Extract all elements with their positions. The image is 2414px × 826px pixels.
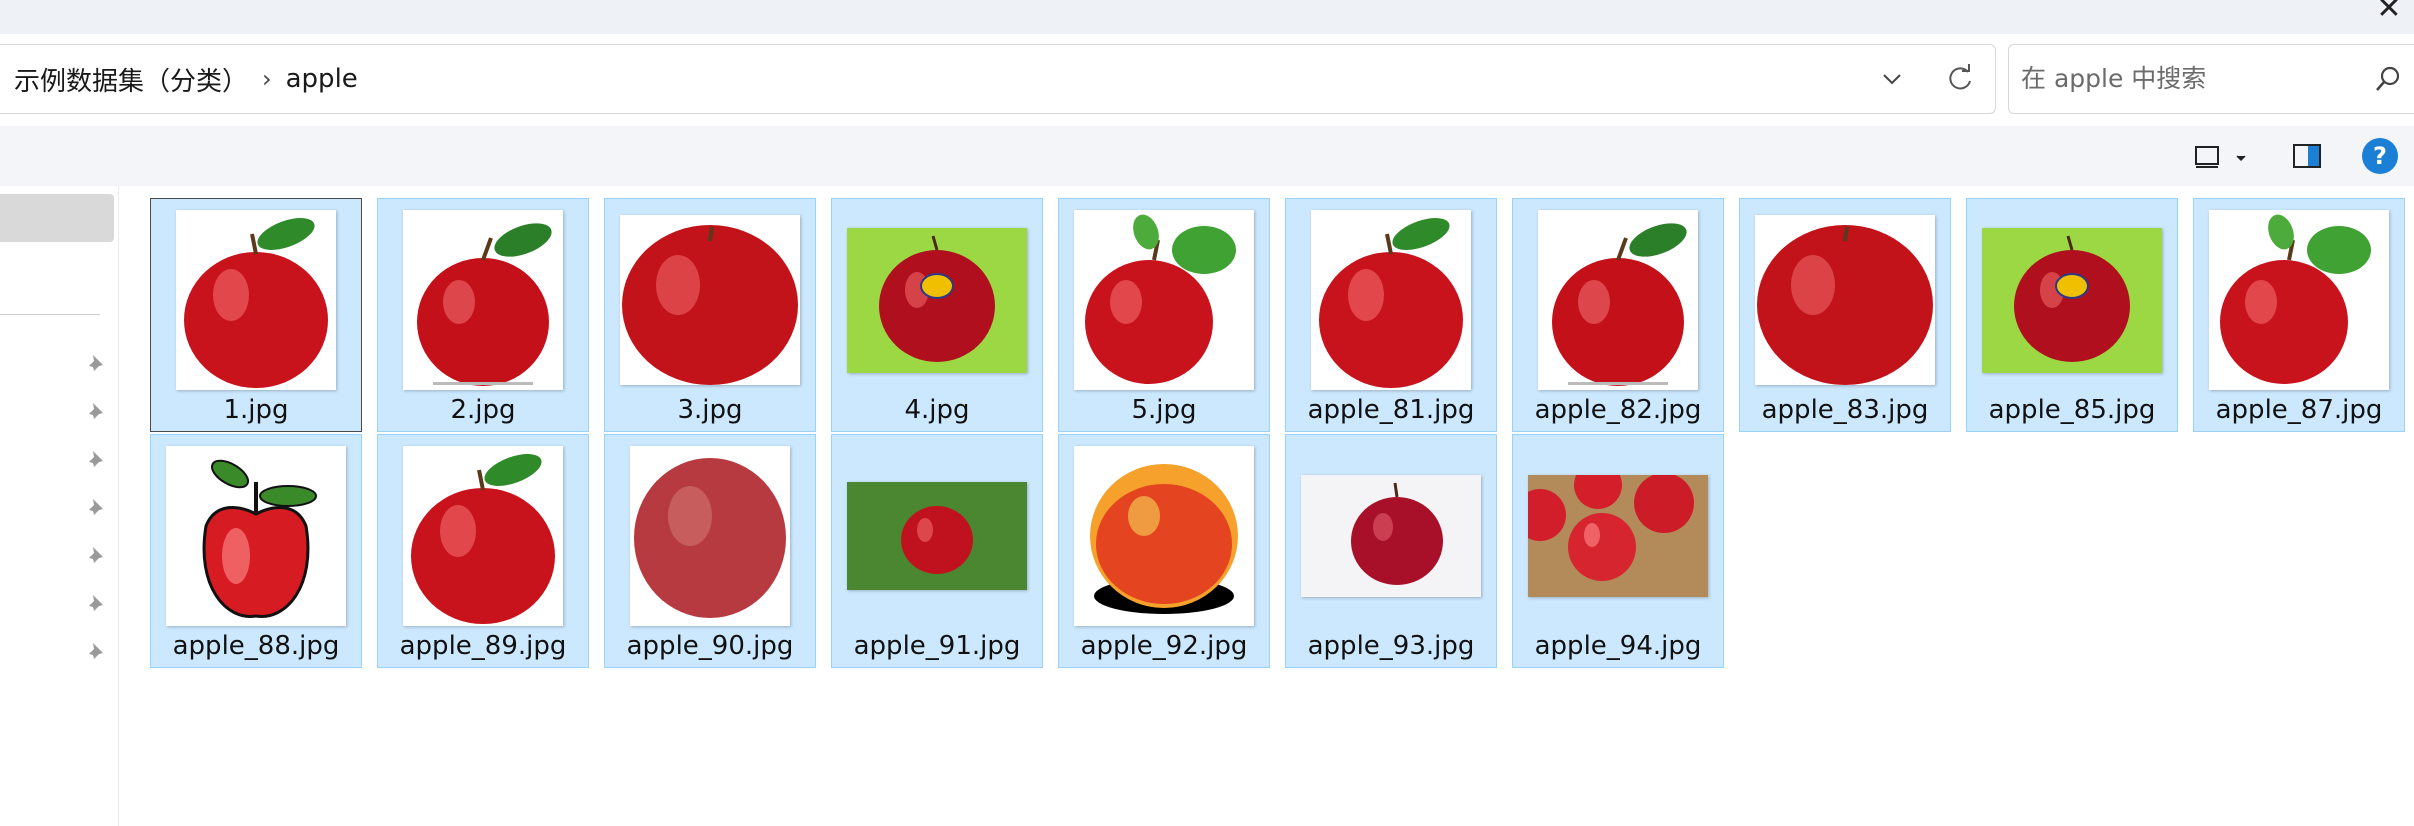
file-thumbnail <box>390 207 576 393</box>
details-pane-icon[interactable] <box>2290 138 2326 174</box>
chevron-down-icon[interactable] <box>1872 57 1912 101</box>
title-bar: ✕ <box>0 0 2414 34</box>
file-name: apple_81.jpg <box>1307 395 1475 425</box>
file-item[interactable]: 3.jpg <box>604 198 816 432</box>
file-name: apple_88.jpg <box>172 631 340 661</box>
file-name: apple_92.jpg <box>1080 631 1248 661</box>
search-input[interactable]: 在 apple 中搜索 <box>2021 45 2206 113</box>
file-thumbnail <box>163 207 349 393</box>
close-icon[interactable]: ✕ <box>2374 0 2404 24</box>
search-box[interactable]: 在 apple 中搜索 <box>2008 44 2414 114</box>
file-name: 3.jpg <box>677 395 743 425</box>
file-item[interactable]: 1.jpg <box>150 198 362 432</box>
file-item[interactable]: 2.jpg <box>377 198 589 432</box>
breadcrumb-item-apple[interactable]: apple <box>286 64 358 94</box>
pin-icon[interactable] <box>84 544 108 568</box>
file-name: apple_90.jpg <box>626 631 794 661</box>
file-thumbnail <box>1979 207 2165 393</box>
file-thumbnail <box>1298 207 1484 393</box>
file-item[interactable]: apple_83.jpg <box>1739 198 1951 432</box>
address-bar[interactable]: 示例数据集（分类） › apple <box>0 44 1996 114</box>
pin-icon[interactable] <box>84 448 108 472</box>
file-name: apple_89.jpg <box>399 631 567 661</box>
breadcrumb-item-dataset[interactable]: 示例数据集（分类） <box>14 61 248 98</box>
pin-icon[interactable] <box>84 592 108 616</box>
pin-icon[interactable] <box>84 352 108 376</box>
file-item[interactable]: apple_81.jpg <box>1285 198 1497 432</box>
file-thumbnail <box>1071 207 1257 393</box>
file-item[interactable]: apple_89.jpg <box>377 434 589 668</box>
file-name: 1.jpg <box>223 395 289 425</box>
breadcrumb: 示例数据集（分类） › apple <box>14 45 358 113</box>
file-thumbnail <box>163 443 349 629</box>
breadcrumb-separator[interactable]: › <box>262 65 272 93</box>
refresh-icon[interactable] <box>1940 55 1980 103</box>
file-name: 4.jpg <box>904 395 970 425</box>
file-name: apple_91.jpg <box>853 631 1021 661</box>
file-name: apple_83.jpg <box>1761 395 1929 425</box>
file-item[interactable]: apple_92.jpg <box>1058 434 1270 668</box>
file-item[interactable]: apple_82.jpg <box>1512 198 1724 432</box>
file-thumbnail <box>617 207 803 393</box>
file-name: apple_82.jpg <box>1534 395 1702 425</box>
search-icon[interactable] <box>2372 63 2404 95</box>
help-icon[interactable]: ? <box>2362 138 2398 174</box>
file-thumbnail <box>844 207 1030 393</box>
sidebar-divider <box>0 314 100 315</box>
file-item[interactable]: apple_85.jpg <box>1966 198 2178 432</box>
file-name: apple_87.jpg <box>2215 395 2383 425</box>
file-thumbnail <box>2206 207 2392 393</box>
view-options-icon[interactable] <box>2192 140 2250 174</box>
file-thumbnail <box>617 443 803 629</box>
navigation-pane <box>0 186 119 826</box>
file-thumbnail <box>1752 207 1938 393</box>
file-item[interactable]: apple_87.jpg <box>2193 198 2405 432</box>
pin-icon[interactable] <box>84 400 108 424</box>
file-item[interactable]: apple_91.jpg <box>831 434 1043 668</box>
file-item[interactable]: apple_90.jpg <box>604 434 816 668</box>
file-name: apple_94.jpg <box>1534 631 1702 661</box>
file-thumbnail <box>1298 443 1484 629</box>
pin-icon[interactable] <box>84 496 108 520</box>
toolbar: ? <box>0 126 2414 186</box>
file-item[interactable]: apple_94.jpg <box>1512 434 1724 668</box>
file-item[interactable]: apple_88.jpg <box>150 434 362 668</box>
file-thumbnail <box>1525 207 1711 393</box>
file-thumbnail <box>844 443 1030 629</box>
pin-icon[interactable] <box>84 640 108 664</box>
file-thumbnail <box>390 443 576 629</box>
file-name: apple_93.jpg <box>1307 631 1475 661</box>
file-name: 5.jpg <box>1131 395 1197 425</box>
file-item[interactable]: 5.jpg <box>1058 198 1270 432</box>
file-name: 2.jpg <box>450 395 516 425</box>
file-item[interactable]: apple_93.jpg <box>1285 434 1497 668</box>
sidebar-item-selected[interactable] <box>0 194 114 242</box>
file-thumbnail <box>1071 443 1257 629</box>
file-thumbnail <box>1525 443 1711 629</box>
file-name: apple_85.jpg <box>1988 395 2156 425</box>
file-item[interactable]: 4.jpg <box>831 198 1043 432</box>
